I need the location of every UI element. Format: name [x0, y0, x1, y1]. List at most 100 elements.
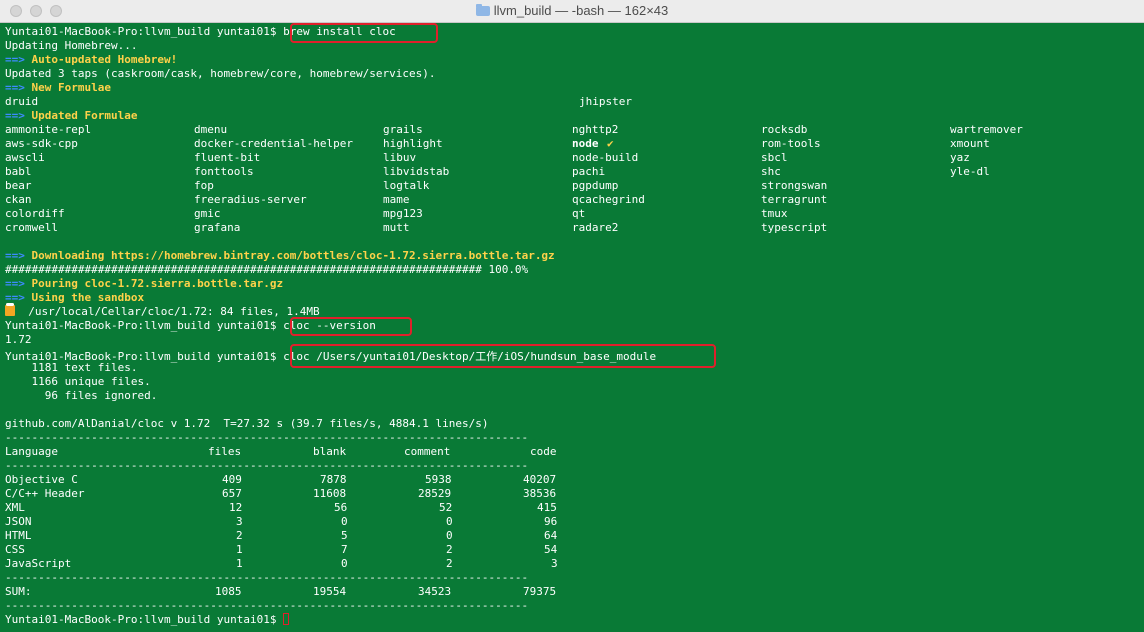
updated-taps-line: Updated 3 taps (caskroom/cask, homebrew/…	[5, 67, 656, 81]
language-cell: JavaScript	[5, 557, 72, 570]
pouring-line-text: Pouring cloc-1.72.sierra.bottle.tar.gz	[31, 277, 284, 290]
title-bar: llvm_build — -bash — 162×43	[0, 0, 1144, 23]
arrow-marker: ==>	[5, 249, 25, 262]
files-cell: 1	[236, 557, 243, 570]
code-cell: 96	[544, 515, 558, 528]
formula-name: strongswan	[761, 179, 828, 192]
blank-cell: 5	[341, 529, 348, 542]
sum-row: SUM: 1085 19554 34523 79375	[5, 585, 656, 599]
formula-name: rom-tools	[761, 137, 821, 150]
summary-text: github.com/AlDanial/cloc v 1.72 T=27.32 …	[5, 417, 489, 430]
pouring-line: ==> Pouring cloc-1.72.sierra.bottle.tar.…	[5, 277, 656, 291]
divider-line: ----------------------------------------…	[5, 459, 656, 473]
code-cell: 415	[537, 501, 557, 514]
formula-row: babl fonttools libvidstab pachi shc yle-dl	[5, 165, 990, 179]
new-formulae-row: druid jhipster	[5, 95, 656, 109]
formula-name: qcachegrind	[572, 193, 645, 206]
table-header: Language files blank comment code	[5, 445, 656, 459]
formula-name: wartremover	[950, 123, 1023, 136]
formula-name: highlight	[383, 137, 443, 150]
formula-name: grafana	[194, 221, 241, 234]
divider-line: ----------------------------------------…	[5, 599, 656, 613]
code-cell: 64	[544, 529, 558, 542]
sandbox-line-text: Using the sandbox	[31, 291, 145, 304]
prompt-final: Yuntai01-MacBook-Pro:llvm_build yuntai01…	[5, 613, 656, 627]
cloc-unique-files: 1166 unique files.	[5, 375, 656, 389]
blank-cell: 0	[341, 515, 348, 528]
formula-name: babl	[5, 165, 32, 178]
table-row: HTML 2 5 0 64	[5, 529, 656, 543]
files-cell: 2	[236, 529, 243, 542]
formula-name: terragrunt	[761, 193, 828, 206]
formula-row: ammonite-repl dmenu grails nghttp2 rocksdb wa…	[5, 123, 1023, 137]
comment-cell: 2	[446, 543, 453, 556]
files-cell: 657	[222, 487, 242, 500]
code-cell: 79375	[523, 585, 557, 598]
formula-name: docker-credential-helper	[194, 137, 353, 150]
formula-row: colordiff gmic mpg123 qt tmux	[5, 207, 788, 221]
terminal-content[interactable]: Yuntai01-MacBook-Pro:llvm_build yuntai01…	[0, 23, 1144, 632]
language-cell: XML	[5, 501, 25, 514]
updated-formulae-header: ==> Updated Formulae	[5, 109, 656, 123]
arrow-space	[25, 109, 32, 122]
arrow-space	[25, 81, 32, 94]
divider: ----------------------------------------…	[5, 459, 529, 472]
code-cell: 38536	[523, 487, 557, 500]
comment-cell: 0	[446, 515, 453, 528]
table-row: C/C++ Header 657 11608 28529 38536	[5, 487, 656, 501]
files-cell: 1	[236, 543, 243, 556]
shell-prompt: Yuntai01-MacBook-Pro:llvm_build yuntai01…	[5, 319, 277, 332]
formula-name: mpg123	[383, 207, 423, 220]
updated-taps-text: Updated 3 taps (caskroom/cask, homebrew/…	[5, 67, 436, 80]
formula-name: tmux	[761, 207, 788, 220]
formula-name: yle-dl	[950, 165, 990, 178]
code-cell: 54	[544, 543, 558, 556]
formula-name: mutt	[383, 221, 410, 234]
arrow-marker: ==>	[5, 277, 25, 290]
formula-name: bear	[5, 179, 32, 192]
formula-name: radare2	[572, 221, 619, 234]
new-formulae-header: ==> New Formulae	[5, 81, 656, 95]
formula-name: mame	[383, 193, 410, 206]
formula-name: gmic	[194, 207, 221, 220]
language-cell: Language	[5, 445, 58, 458]
table-row: Objective C 409 7878 5938 40207	[5, 473, 656, 487]
language-cell: CSS	[5, 543, 25, 556]
blank-cell: 7878	[320, 473, 347, 486]
formula-row: ckan freeradius-server mame qcachegrind terr…	[5, 193, 827, 207]
comment-cell: comment	[404, 445, 451, 458]
blank-cell: 56	[334, 501, 348, 514]
formula-name: qt	[572, 207, 586, 220]
formula-name: dmenu	[194, 123, 228, 136]
checkmark-icon: ✔	[607, 137, 614, 150]
auto-updated-header: ==> Auto-updated Homebrew!	[5, 53, 656, 67]
shell-prompt: Yuntai01-MacBook-Pro:llvm_build yuntai01…	[5, 25, 277, 38]
formula-name: fluent-bit	[194, 151, 261, 164]
language-cell: Objective C	[5, 473, 78, 486]
formula-name: freeradius-server	[194, 193, 307, 206]
files-cell: 3	[236, 515, 243, 528]
folder-icon	[475, 4, 490, 16]
divider-line: ----------------------------------------…	[5, 571, 656, 585]
downloading-text: Downloading https://homebrew.bintray.com…	[31, 249, 555, 262]
formula-name: jhipster	[579, 95, 632, 108]
auto-updated-header-text: Auto-updated Homebrew!	[31, 53, 178, 66]
text-cursor[interactable]	[283, 613, 290, 625]
language-cell: SUM:	[5, 585, 32, 598]
cloc-summary: github.com/AlDanial/cloc v 1.72 T=27.32 …	[5, 417, 656, 431]
formula-name: typescript	[761, 221, 828, 234]
divider: ----------------------------------------…	[5, 571, 529, 584]
files-cell: 1085	[215, 585, 242, 598]
formula-name: pachi	[572, 165, 606, 178]
comment-cell: 0	[446, 529, 453, 542]
formula-row: awscli fluent-bit libuv node-build sbcl yaz	[5, 151, 970, 165]
language-cell: HTML	[5, 529, 32, 542]
divider: ----------------------------------------…	[5, 599, 529, 612]
beer-icon	[5, 303, 15, 316]
formula-name: fop	[194, 179, 214, 192]
unique-files-count: 1166 unique files.	[5, 375, 151, 388]
table-row: XML 12 56 52 415	[5, 501, 656, 515]
version-text: 1.72	[5, 333, 32, 346]
language-cell: C/C++ Header	[5, 487, 85, 500]
